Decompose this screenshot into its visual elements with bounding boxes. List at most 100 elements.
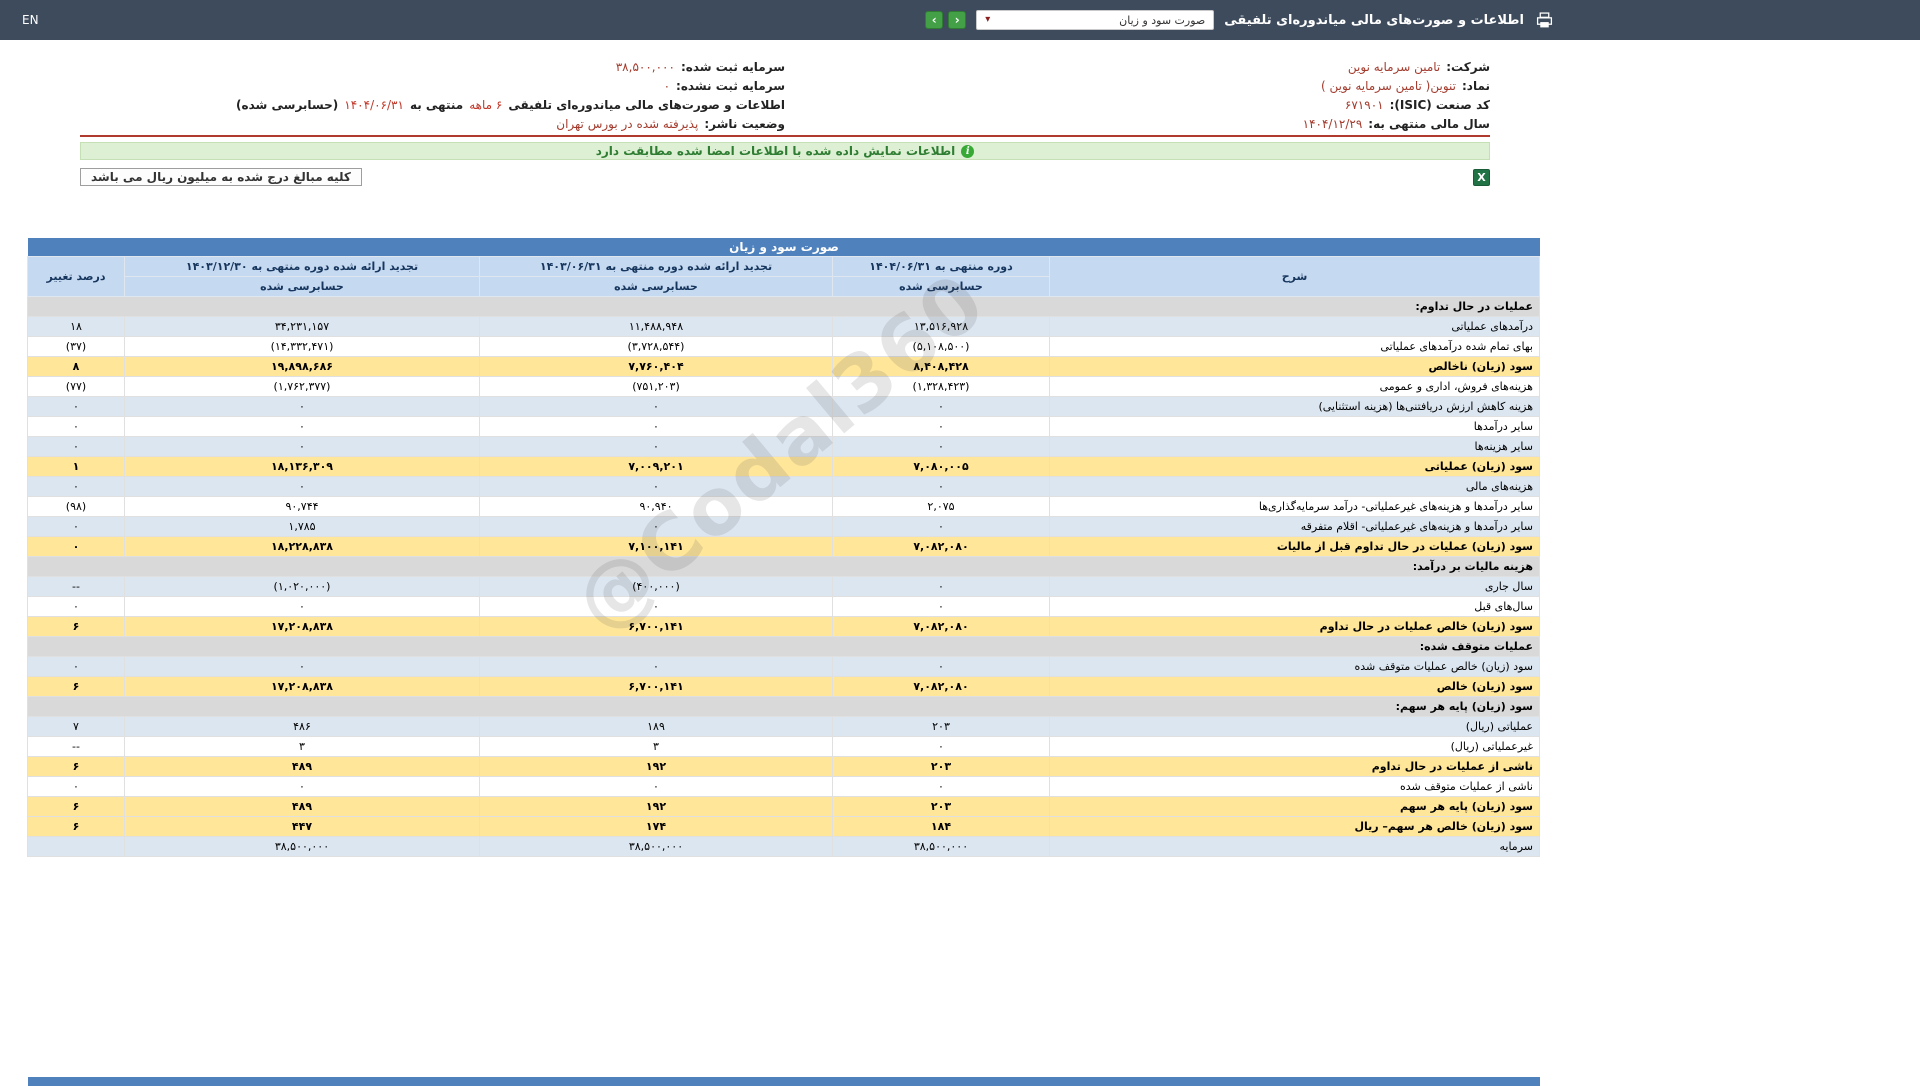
table-row: سال‌های قبل ۰ ۰ ۰ ۰ xyxy=(27,596,1540,617)
cell-period1: ۸,۴۰۸,۴۲۸ xyxy=(832,356,1050,377)
company-info-panel: شرکت: تامین سرمایه نوین سرمایه ثبت شده: … xyxy=(80,57,1490,137)
print-icon[interactable] xyxy=(1534,10,1554,30)
cell-period3: ۴۸۶ xyxy=(124,716,480,737)
cell-period2: ۰ xyxy=(479,436,833,457)
col-header-period2: تجدید ارائه شده دوره منتهی به ۱۴۰۳/۰۶/۳۱ xyxy=(479,256,833,277)
cell-change: ۶ xyxy=(27,756,125,777)
table-row: سال جاری ۰ (۴۰۰,۰۰۰) (۱,۰۲۰,۰۰۰) -- xyxy=(27,576,1540,597)
row-label: سال‌های قبل xyxy=(1049,596,1540,617)
symbol-field: نماد: تنوین( تامین سرمایه نوین ) xyxy=(785,79,1490,93)
prev-statement-button[interactable]: ‹ xyxy=(925,11,944,29)
cell-period1: ۱۸۴ xyxy=(832,816,1050,837)
issuer-status-field: وضعیت ناشر: پذیرفته شده در بورس تهران xyxy=(80,117,785,131)
cell-period2: ۱۹۲ xyxy=(479,756,833,777)
isic-value: ۶۷۱۹۰۱ xyxy=(1344,97,1384,112)
table-row: ناشی از عملیات متوقف شده ۰ ۰ ۰ ۰ xyxy=(27,776,1540,797)
cell-change: ۰ xyxy=(27,436,125,457)
cell-period1: ۰ xyxy=(832,416,1050,437)
section-row: هزینه مالیات بر درآمد: xyxy=(27,556,1540,577)
cell-period1: (۵,۱۰۸,۵۰۰) xyxy=(832,336,1050,357)
symbol-value: تنوین( تامین سرمایه نوین ) xyxy=(1321,78,1456,93)
registered-capital-value: ۳۸,۵۰۰,۰۰۰ xyxy=(615,59,675,74)
cell-period2: ۱۹۲ xyxy=(479,796,833,817)
cell-change xyxy=(27,836,125,857)
cell-period1: ۰ xyxy=(832,776,1050,797)
col-subheader-audited2: حسابرسی شده xyxy=(479,276,833,297)
units-note: کلیه مبالغ درج شده به میلیون ریال می باش… xyxy=(80,168,362,186)
row-label: سال جاری xyxy=(1049,576,1540,597)
cell-period3: ۰ xyxy=(124,436,480,457)
table-row: سایر هزینه‌ها ۰ ۰ ۰ ۰ xyxy=(27,436,1540,457)
cell-period3: ۹۰,۷۴۴ xyxy=(124,496,480,517)
table-row: سود (زیان) پایه هر سهم ۲۰۳ ۱۹۲ ۴۸۹ ۶ xyxy=(27,796,1540,817)
cell-period1: ۰ xyxy=(832,476,1050,497)
cell-change: ۰ xyxy=(27,476,125,497)
registered-capital-label: سرمایه ثبت شده: xyxy=(680,59,785,74)
cell-period3: (۱۴,۳۳۲,۴۷۱) xyxy=(124,336,480,357)
income-statement-table: شرح دوره منتهی به ۱۴۰۴/۰۶/۳۱ تجدید ارائه… xyxy=(27,256,1540,857)
cell-period2: ۰ xyxy=(479,596,833,617)
table-row: سود (زیان) ناخالص ۸,۴۰۸,۴۲۸ ۷,۷۶۰,۴۰۴ ۱۹,۸۹… xyxy=(27,356,1540,377)
statement-select[interactable]: صورت سود و زیان ▾ xyxy=(976,10,1215,30)
cell-period2: ۳۸,۵۰۰,۰۰۰ xyxy=(479,836,833,857)
cell-period3: (۱,۷۶۲,۳۷۷) xyxy=(124,376,480,397)
row-label: سود (زیان) عملیات در حال تداوم قبل از ما… xyxy=(1049,536,1540,557)
cell-period2: (۷۵۱,۲۰۳) xyxy=(479,376,833,397)
cell-change: ۰ xyxy=(27,656,125,677)
row-label: بهای تمام شده درآمدهای عملیاتی xyxy=(1049,336,1540,357)
table-row: سود (زیان) خالص هر سهم– ریال ۱۸۴ ۱۷۴ ۴۴۷ ۶ xyxy=(27,816,1540,837)
page-content: شرکت: تامین سرمایه نوین سرمایه ثبت شده: … xyxy=(0,57,1566,1086)
cell-change: ۰ xyxy=(27,516,125,537)
top-navigation-bar: اطلاعات و صورت‌های مالی میاندوره‌ای تلفی… xyxy=(0,0,1920,40)
notice-text: اطلاعات نمایش داده شده با اطلاعات امضا ش… xyxy=(595,144,956,158)
registered-capital-field: سرمایه ثبت شده: ۳۸,۵۰۰,۰۰۰ xyxy=(80,60,785,74)
cell-period2: ۷,۰۰۹,۲۰۱ xyxy=(479,456,833,477)
cell-period3: ۳ xyxy=(124,736,480,757)
cell-period1: ۲۰۳ xyxy=(832,756,1050,777)
report-title-field: اطلاعات و صورت‌های مالی میاندوره‌ای تلفی… xyxy=(80,98,785,112)
info-row: شرکت: تامین سرمایه نوین سرمایه ثبت شده: … xyxy=(80,57,1490,76)
cell-period1: ۷,۰۸۰,۰۰۵ xyxy=(832,456,1050,477)
table-row: سرمایه ۳۸,۵۰۰,۰۰۰ ۳۸,۵۰۰,۰۰۰ ۳۸,۵۰۰,۰۰۰ xyxy=(27,836,1540,857)
cell-period3: ۰ xyxy=(124,416,480,437)
cell-change: (۹۸) xyxy=(27,496,125,517)
statement-title-bar: صورت سود و زیان xyxy=(28,238,1540,256)
cell-period2: ۰ xyxy=(479,776,833,797)
report-mid: منتهی به xyxy=(409,97,464,112)
row-label: سود (زیان) پایه هر سهم xyxy=(1049,796,1540,817)
symbol-label: نماد: xyxy=(1461,78,1490,93)
section-label: عملیات متوقف شده: xyxy=(27,636,1540,657)
table-row: سود (زیان) خالص عملیات متوقف شده ۰ ۰ ۰ ۰ xyxy=(27,656,1540,677)
cell-period3: ۰ xyxy=(124,396,480,417)
cell-change: (۳۷) xyxy=(27,336,125,357)
chevron-down-icon: ▾ xyxy=(985,14,991,25)
cell-period2: ۰ xyxy=(479,476,833,497)
row-label: درآمدهای عملیاتی xyxy=(1049,316,1540,337)
section-row: سود (زیان) پایه هر سهم: xyxy=(27,696,1540,717)
col-header-period1: دوره منتهی به ۱۴۰۴/۰۶/۳۱ xyxy=(832,256,1050,277)
cell-period3: ۰ xyxy=(124,476,480,497)
cell-period1: ۳۸,۵۰۰,۰۰۰ xyxy=(832,836,1050,857)
row-label: سایر هزینه‌ها xyxy=(1049,436,1540,457)
table-row: عملیاتی (ریال) ۲۰۳ ۱۸۹ ۴۸۶ ۷ xyxy=(27,716,1540,737)
english-language-link[interactable]: EN xyxy=(22,13,39,27)
cell-period1: ۰ xyxy=(832,656,1050,677)
cell-period2: ۱۸۹ xyxy=(479,716,833,737)
cell-period1: ۱۳,۵۱۶,۹۲۸ xyxy=(832,316,1050,337)
table-row: غیرعملیاتی (ریال) ۰ ۳ ۳ -- xyxy=(27,736,1540,757)
signature-match-notice: i اطلاعات نمایش داده شده با اطلاعات امضا… xyxy=(80,142,1490,160)
cell-change: -- xyxy=(27,736,125,757)
page-title: اطلاعات و صورت‌های مالی میاندوره‌ای تلفی… xyxy=(1224,12,1524,28)
cell-period1: ۰ xyxy=(832,516,1050,537)
cell-period2: ۹۰,۹۴۰ xyxy=(479,496,833,517)
next-statement-button[interactable]: › xyxy=(948,11,967,29)
row-label: سود (زیان) خالص عملیات در حال تداوم xyxy=(1049,616,1540,637)
cell-period1: ۲۰۳ xyxy=(832,716,1050,737)
cell-period1: ۰ xyxy=(832,596,1050,617)
section-row: عملیات در حال تداوم: xyxy=(27,296,1540,317)
table-row: درآمدهای عملیاتی ۱۳,۵۱۶,۹۲۸ ۱۱,۴۸۸,۹۴۸ ۳۴,۲… xyxy=(27,316,1540,337)
income-statement-section: @Codal360 صورت سود و زیان شرح دوره منتهی… xyxy=(27,238,1540,857)
cell-change: -- xyxy=(27,576,125,597)
cell-change: ۶ xyxy=(27,796,125,817)
excel-export-icon[interactable]: X xyxy=(1473,168,1490,186)
